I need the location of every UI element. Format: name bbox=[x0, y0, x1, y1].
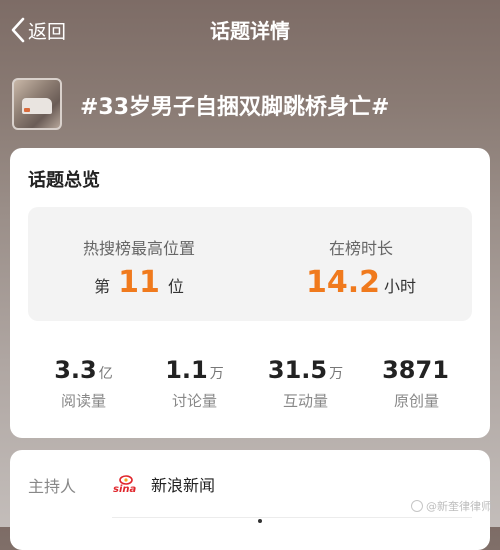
stat-unit: 亿 bbox=[98, 366, 113, 382]
duration-unit: 小时 bbox=[384, 277, 417, 296]
stat-label: 阅读量 bbox=[60, 392, 106, 410]
stat-discussion: 1.1 万 讨论量 bbox=[139, 356, 250, 411]
stat-value: 31.5 bbox=[267, 356, 328, 384]
overview-card: 话题总览 热搜榜最高位置 第 11 位 在榜时长 14.2 小时 3.3 亿 阅… bbox=[10, 148, 490, 438]
rank-position: 热搜榜最高位置 第 11 位 bbox=[28, 207, 250, 321]
stat-original: 3871 原创量 bbox=[361, 356, 472, 411]
thumbnail-light-shape bbox=[24, 108, 30, 112]
nav-bar: 返回 话题详情 bbox=[0, 0, 500, 58]
overview-title: 话题总览 bbox=[28, 170, 100, 191]
stat-label: 原创量 bbox=[393, 392, 439, 410]
page-indicator-dot bbox=[258, 519, 262, 523]
stat-value: 3.3 bbox=[54, 356, 97, 384]
duration-value: 14.2 bbox=[305, 265, 380, 300]
sina-logo-text: sina bbox=[113, 484, 136, 494]
page-title: 话题详情 bbox=[210, 19, 290, 43]
rank-position-value-line: 第 11 位 bbox=[28, 265, 250, 300]
topic-header: #33岁男子自捆双脚跳桥身亡# bbox=[12, 78, 492, 132]
stat-interaction: 31.5 万 互动量 bbox=[250, 356, 361, 411]
topic-thumbnail[interactable] bbox=[12, 78, 62, 130]
watermark-text: @新奎律律师 bbox=[426, 500, 492, 513]
stat-label: 讨论量 bbox=[171, 392, 217, 410]
stat-label: 互动量 bbox=[282, 392, 328, 410]
rank-suffix: 位 bbox=[167, 277, 184, 296]
stat-value: 3871 bbox=[382, 356, 449, 384]
sina-logo-icon: sina bbox=[113, 475, 136, 494]
rank-summary-box: 热搜榜最高位置 第 11 位 在榜时长 14.2 小时 bbox=[28, 207, 472, 321]
host-label: 主持人 bbox=[28, 477, 77, 496]
stat-unit: 万 bbox=[209, 366, 224, 382]
rank-duration-value-line: 14.2 小时 bbox=[250, 265, 472, 300]
watermark: @新奎律律师 bbox=[411, 498, 492, 514]
watermark-icon bbox=[411, 500, 423, 512]
stats-row: 3.3 亿 阅读量 1.1 万 讨论量 31.5 万 互动量 3871 原创量 bbox=[28, 356, 472, 416]
stat-unit: 万 bbox=[329, 366, 344, 382]
stat-value: 1.1 bbox=[165, 356, 208, 384]
rank-prefix: 第 bbox=[94, 277, 111, 296]
host-name[interactable]: 新浪新闻 bbox=[151, 472, 215, 496]
rank-duration: 在榜时长 14.2 小时 bbox=[250, 207, 472, 321]
stat-read: 3.3 亿 阅读量 bbox=[28, 356, 139, 411]
topic-title: #33岁男子自捆双脚跳桥身亡# bbox=[80, 95, 390, 120]
divider bbox=[112, 517, 472, 518]
rank-value: 11 bbox=[118, 265, 160, 300]
rank-duration-label: 在榜时长 bbox=[328, 239, 393, 258]
rank-position-label: 热搜榜最高位置 bbox=[82, 239, 195, 258]
